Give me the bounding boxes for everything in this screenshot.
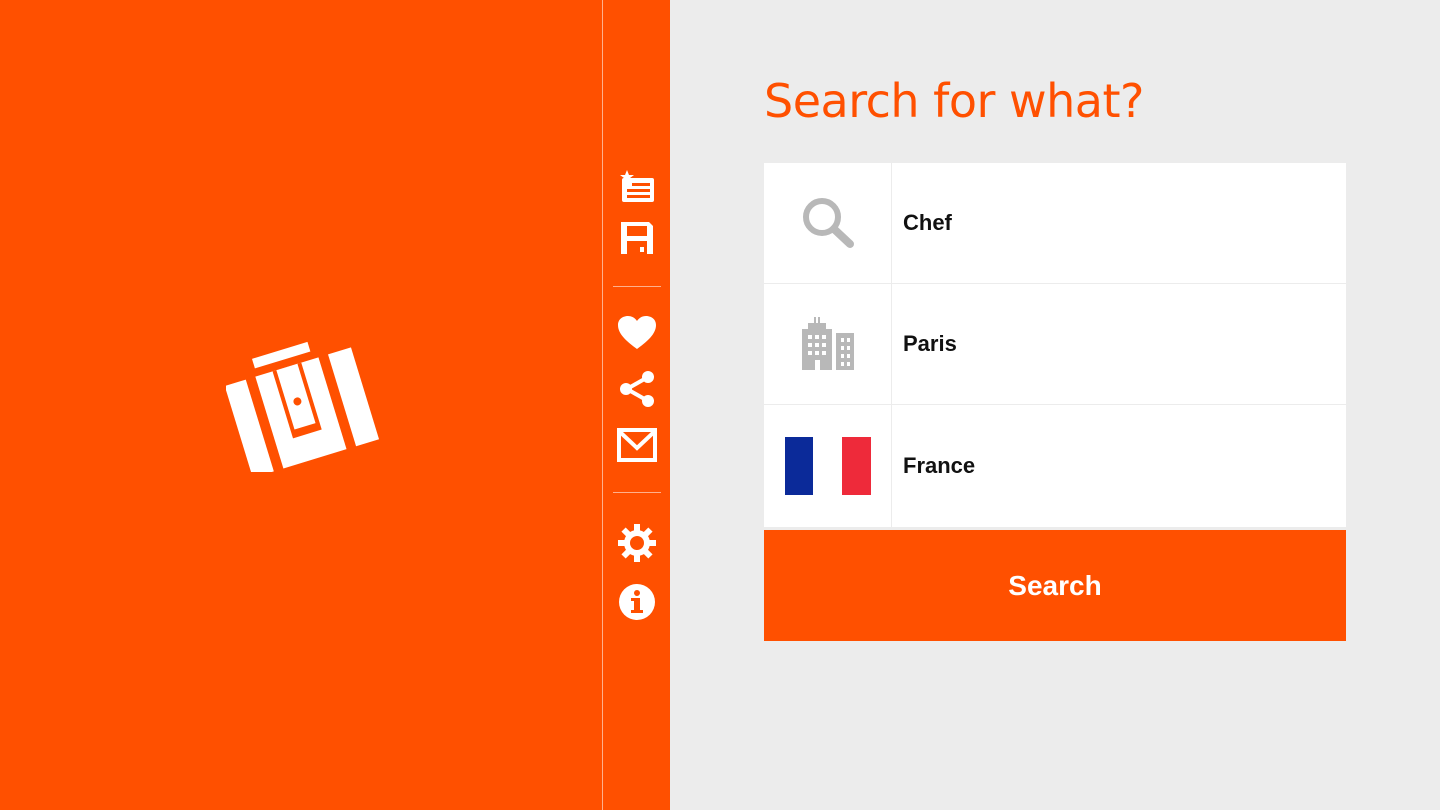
country-row	[764, 405, 1346, 528]
new-list-icon[interactable]	[617, 166, 657, 206]
city-icon	[764, 284, 892, 404]
brand-panel	[0, 0, 602, 810]
info-icon[interactable]	[617, 582, 657, 622]
toolbar-divider	[613, 286, 661, 287]
search-content: Search for what? Chef Paris France Searc…	[670, 0, 1440, 810]
mail-icon[interactable]	[617, 425, 657, 465]
toolbar-divider	[613, 492, 661, 493]
save-icon[interactable]	[617, 218, 657, 258]
page-title: Search for what?	[764, 74, 1144, 128]
share-icon[interactable]	[617, 369, 657, 409]
settings-icon[interactable]	[617, 523, 657, 563]
side-toolbar	[602, 0, 670, 810]
search-button[interactable]: Search	[764, 530, 1346, 641]
search-icon	[764, 163, 892, 283]
country-input[interactable]	[892, 405, 1346, 527]
france-flag-icon	[764, 405, 892, 527]
city-input[interactable]	[892, 284, 1346, 404]
search-form	[764, 163, 1346, 528]
heart-icon[interactable]	[617, 313, 657, 353]
briefcase-logo-icon	[226, 341, 380, 472]
job-input[interactable]	[892, 163, 1346, 283]
job-row	[764, 163, 1346, 284]
city-row	[764, 284, 1346, 405]
